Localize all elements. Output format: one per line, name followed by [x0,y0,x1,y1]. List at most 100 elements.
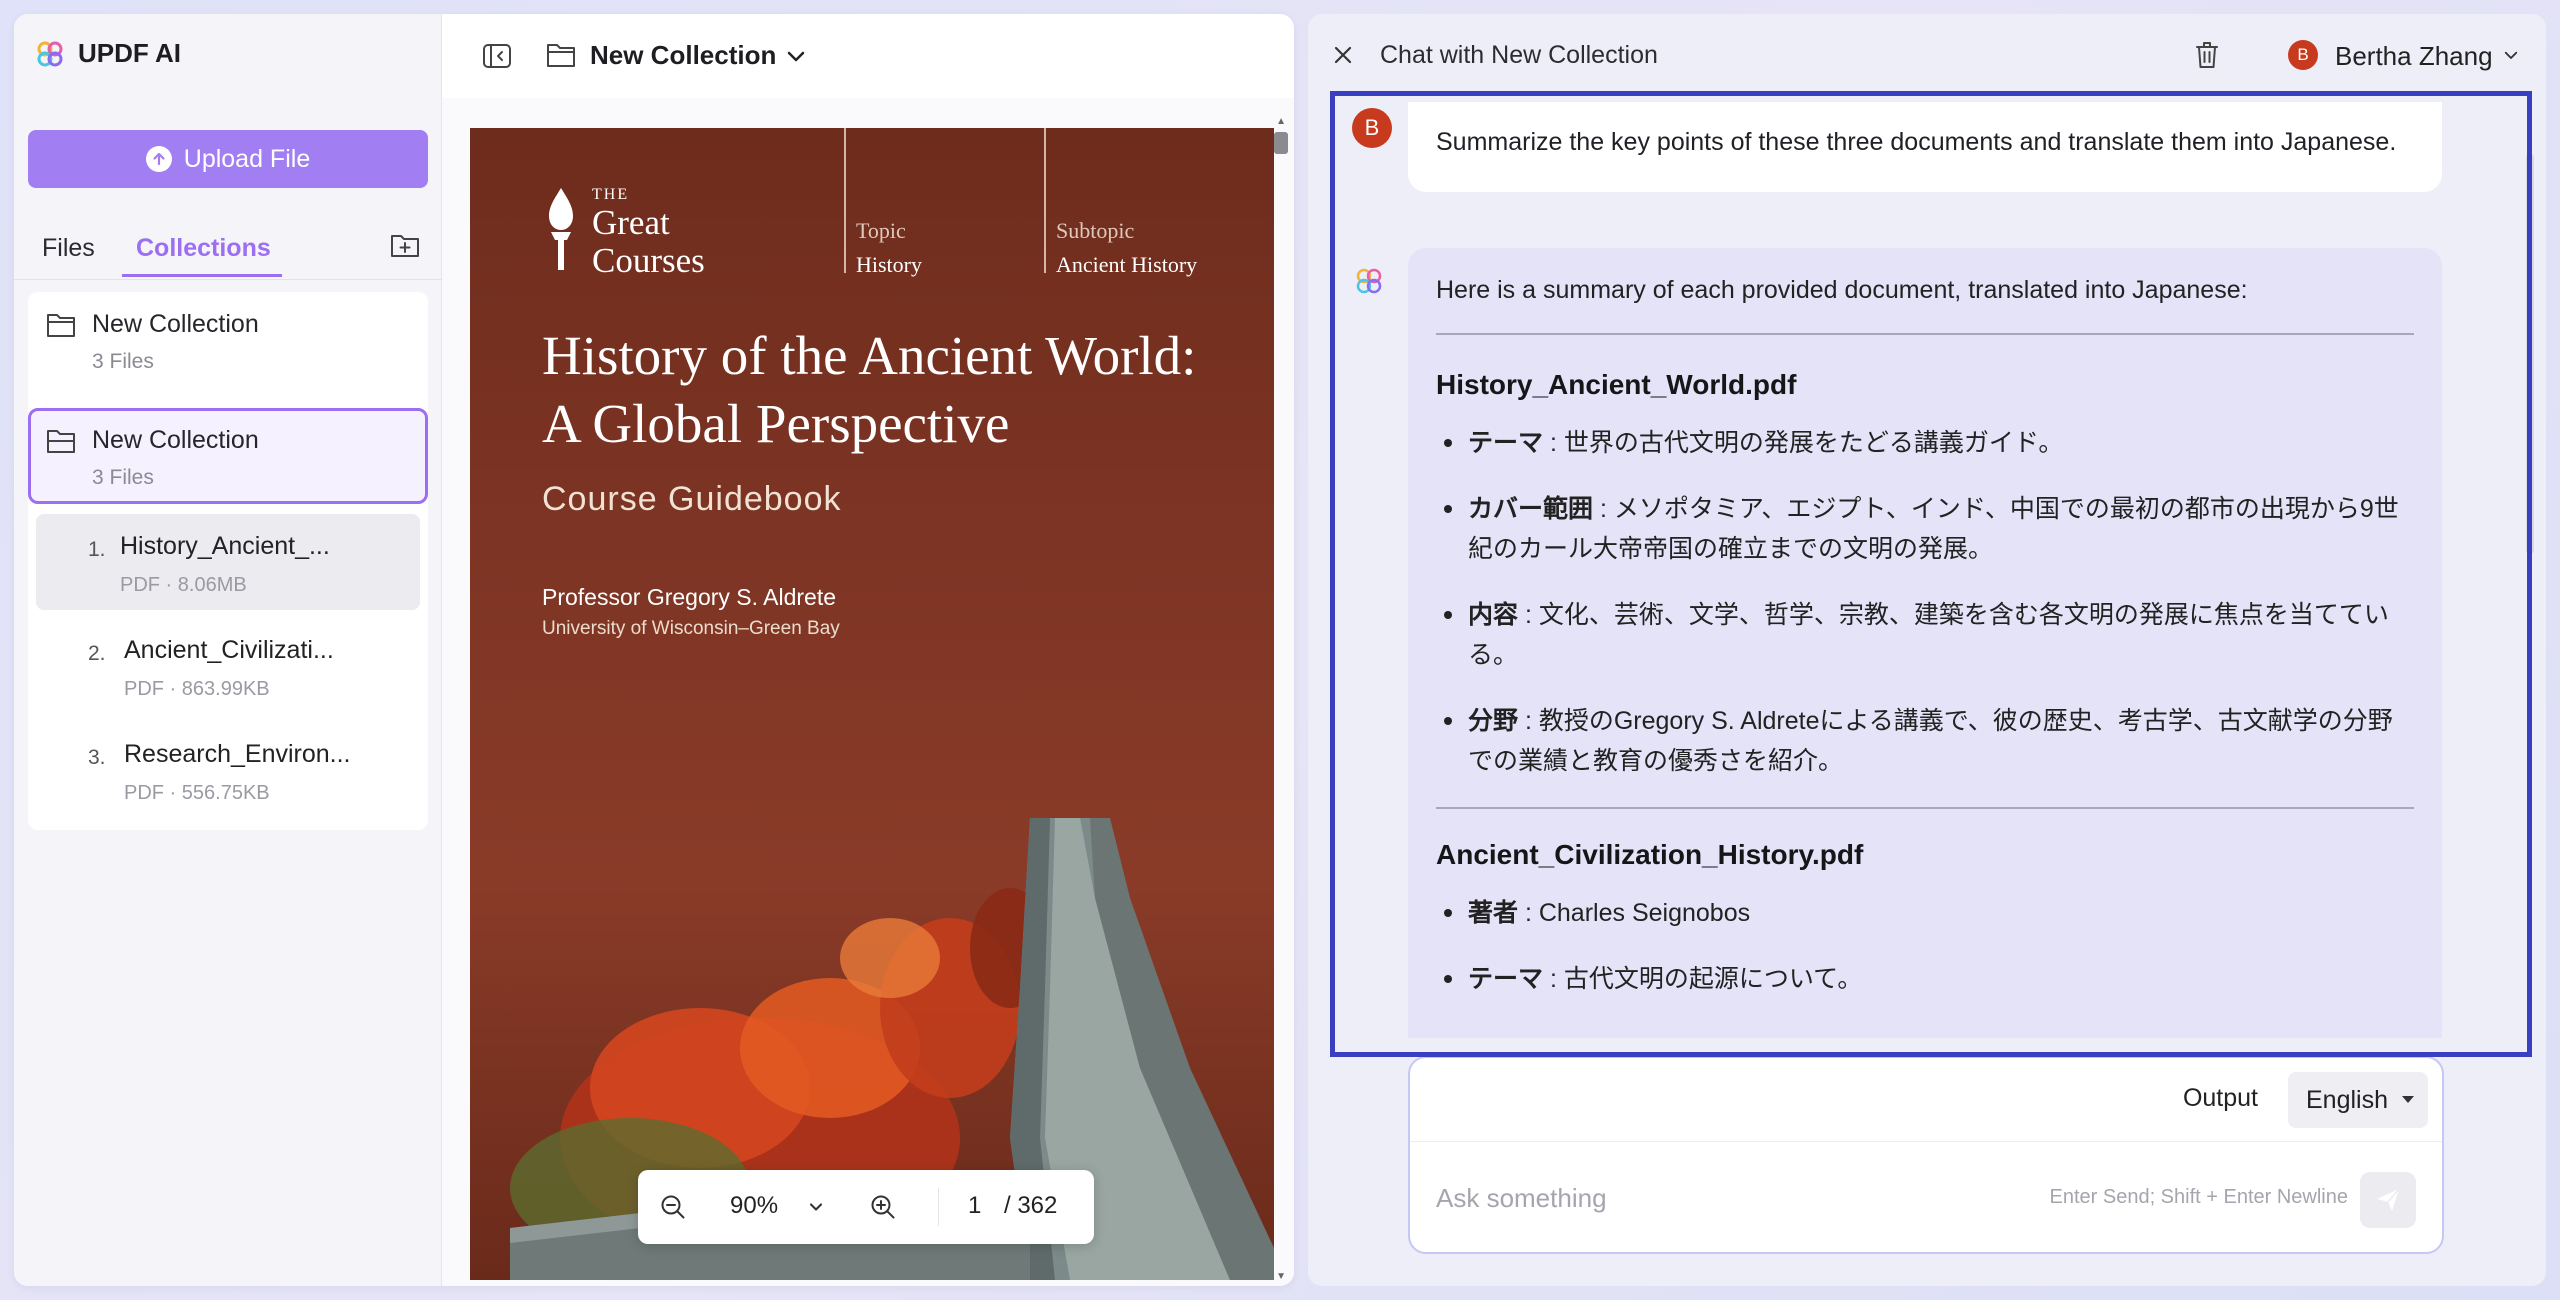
cover-title-line1: History of the Ancient World: [542,325,1197,386]
cover-divider [844,128,846,273]
chevron-down-icon[interactable] [2502,46,2520,64]
cover-university: University of Wisconsin–Green Bay [542,618,840,639]
output-language-select[interactable]: English [2288,1072,2428,1128]
file-name: Research_Environ... [124,740,351,768]
collection-list: New Collection 3 Files New Collection 3 … [28,292,428,830]
send-icon [2377,1188,2400,1211]
updf-logo-icon [37,41,63,66]
toolbar-divider [938,1188,939,1226]
summary-text: : 教授のGregory S. Aldreteによる講義で、彼の歴史、考古学、古… [1468,707,2393,775]
caret-down-icon [2402,1096,2414,1103]
divider [1436,333,2414,335]
upload-file-label: Upload File [183,144,311,173]
section-heading: Ancient_Civilization_History.pdf [1436,839,1864,870]
ask-input[interactable] [1436,1178,1996,1218]
file-name: Ancient_Civilizati... [124,636,334,664]
file-index: 1. [88,538,106,561]
subtopic-block: Subtopic Ancient History [1056,218,1197,278]
publisher-logo: THE Great Courses [542,186,705,280]
composer-options: Output English [1410,1058,2442,1142]
chat-messages[interactable]: B Summarize the key points of these thre… [1330,98,2522,1038]
topic-label: Topic [856,218,906,243]
collection-name: New Collection [92,426,259,454]
chat-title: Chat with New Collection [1380,41,1658,69]
ai-message: Here is a summary of each provided docum… [1408,248,2442,1038]
document-viewer[interactable]: THE Great Courses Topic History Subtopic… [442,98,1294,1286]
arrow-up-circle-icon [145,146,172,172]
chat-header: Chat with New Collection B Bertha Zhang [1308,14,2546,98]
tab-files[interactable]: Files [42,234,95,263]
topic-value: History [856,252,922,277]
sidebar: UPDF AI Upload File Files Collections Ne… [14,14,442,1286]
chevron-down-icon[interactable] [806,1194,826,1220]
sidebar-collapse-icon[interactable] [482,42,512,70]
scroll-down-arrow[interactable]: ▼ [1276,1271,1286,1282]
file-name: History_Ancient_... [120,532,330,560]
file-index: 3. [88,746,106,769]
zoom-in-icon[interactable] [870,1194,896,1220]
cover-professor: Professor Gregory S. Aldrete [542,584,837,610]
upload-file-button[interactable]: Upload File [28,130,428,188]
trash-icon[interactable] [2194,40,2220,70]
page-total: / 362 [1004,1192,1058,1219]
scrollbar-thumb[interactable] [1274,132,1288,154]
folder-plus-icon[interactable] [390,232,420,258]
sidebar-tabs: Files Collections [14,220,442,280]
subtopic-label: Subtopic [1056,218,1135,243]
summary-label: テーマ [1468,965,1544,993]
chat-window: Chat with New Collection B Bertha Zhang … [1308,14,2546,1286]
document-window: UPDF AI Upload File Files Collections Ne… [14,14,1294,1286]
folder-open-icon [47,430,75,453]
close-icon[interactable] [1332,44,1354,66]
brand: UPDF AI [36,38,181,69]
chat-composer: Output English Enter Send; Shift + Enter… [1408,1056,2444,1254]
file-index: 2. [88,642,106,665]
summary-text: : 世界の古代文明の発展をたどる講義ガイド。 [1543,429,2064,457]
summary-label: テーマ [1468,429,1544,457]
output-language-value: English [2306,1086,2388,1114]
collection-item[interactable]: New Collection 3 Files [28,292,428,388]
summary-label: 著者 [1468,899,1519,927]
zoom-toolbar: 90% 1 / 362 [638,1170,1094,1244]
folder-icon [47,314,75,337]
logo-the: THE [592,186,630,203]
cover-subtitle: Course Guidebook [542,480,842,518]
summary-label: 内容 [1468,601,1519,629]
tab-collections[interactable]: Collections [136,234,271,263]
summary-text: : メソポタミア、エジプト、インド、中国での最初の都市の出現から9世紀のカール大… [1468,495,2399,563]
divider [1436,807,2414,809]
collection-item-selected[interactable]: New Collection 3 Files [28,408,428,504]
zoom-level[interactable]: 90% [730,1192,778,1220]
chat-scrollbar[interactable] [2526,154,2534,554]
folder-icon [547,44,575,67]
file-item[interactable]: 2. Ancient_Civilizati... PDF · 863.99KB [36,618,420,714]
collection-file-count: 3 Files [92,350,154,373]
summary-item: テーマ : 世界の古代文明の発展をたどる講義ガイド。 [1436,423,2414,463]
active-tab-indicator [122,274,282,277]
send-button[interactable] [2360,1172,2416,1228]
summary-item: テーマ : 古代文明の起源について。 [1436,959,2414,999]
summary-text: : 文化、芸術、文学、哲学、宗教、建築を含む各文明の発展に焦点を当てている。 [1468,601,2389,669]
summary-label: 分野 [1468,707,1519,735]
current-page-input[interactable]: 1 [968,1192,981,1220]
input-hint: Enter Send; Shift + Enter Newline [2049,1186,2349,1208]
file-item[interactable]: 3. Research_Environ... PDF · 556.75KB [36,722,420,818]
scroll-up-arrow[interactable]: ▲ [1276,116,1286,127]
zoom-out-icon[interactable] [660,1194,686,1220]
user-avatar: B [1352,108,1392,148]
cover-title-line2: A Global Perspective [542,393,1010,454]
cover-title: History of the Ancient World: A Global P… [542,322,1262,458]
collection-title: New Collection [590,40,777,70]
topic-block: Topic History [856,218,922,278]
file-meta: PDF · 8.06MB [120,574,247,596]
ai-assistant-icon [1356,268,1382,294]
file-item[interactable]: 1. History_Ancient_... PDF · 8.06MB [36,514,420,610]
collection-file-count: 3 Files [92,466,154,489]
pdf-page: THE Great Courses Topic History Subtopic… [470,128,1274,1280]
chevron-down-icon[interactable] [784,44,808,68]
user-menu[interactable]: Bertha Zhang [2335,41,2493,72]
user-message: Summarize the key points of these three … [1408,102,2442,192]
avatar[interactable]: B [2288,40,2318,70]
file-meta: PDF · 556.75KB [124,782,270,804]
logo-courses: Courses [592,241,705,280]
